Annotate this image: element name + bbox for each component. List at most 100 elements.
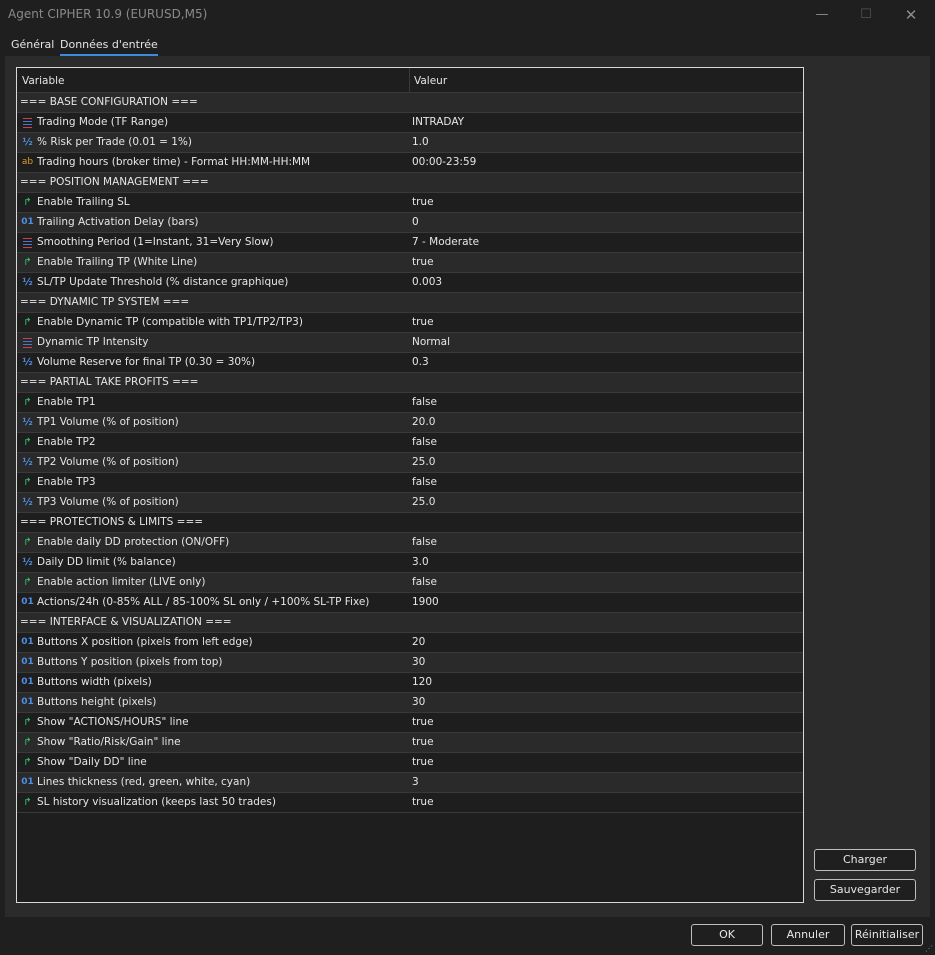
parameter-value[interactable]: INTRADAY (412, 116, 464, 128)
parameter-row[interactable]: 01 Buttons Y position (pixels from top) 30 (17, 653, 803, 673)
save-button[interactable]: Sauvegarder (814, 879, 916, 901)
parameter-value[interactable]: false (412, 436, 437, 448)
parameter-value[interactable]: 00:00-23:59 (412, 156, 476, 168)
resize-grip-icon[interactable]: ⋰ (925, 945, 933, 953)
parameter-row[interactable]: ↱ Show "Ratio/Risk/Gain" line true (17, 733, 803, 753)
parameter-value[interactable]: true (412, 316, 434, 328)
half-fraction-icon: ½ (22, 137, 33, 148)
section-header-row[interactable]: === BASE CONFIGURATION === (17, 93, 803, 113)
parameter-name: Enable TP1 (37, 396, 96, 408)
parameter-row[interactable]: ↱ Enable Trailing SL true (17, 193, 803, 213)
parameter-value[interactable]: 25.0 (412, 456, 435, 468)
parameter-value[interactable]: 3.0 (412, 556, 429, 568)
parameter-row[interactable]: ↱ SL history visualization (keeps last 50… (17, 793, 803, 813)
parameter-value[interactable]: 20 (412, 636, 425, 648)
parameter-value[interactable]: true (412, 196, 434, 208)
parameter-value[interactable]: 7 - Moderate (412, 236, 479, 248)
parameter-name: Lines thickness (red, green, white, cyan… (37, 776, 251, 788)
parameter-value[interactable]: 3 (412, 776, 419, 788)
tab-input-data[interactable]: Données d'entrée (60, 38, 158, 56)
list-enum-icon (21, 116, 34, 129)
parameter-value[interactable]: 1900 (412, 596, 439, 608)
parameter-value[interactable]: 30 (412, 696, 425, 708)
inputs-panel: Variable Valeur === BASE CONFIGURATION =… (5, 56, 930, 917)
parameter-value[interactable]: 25.0 (412, 496, 435, 508)
parameter-value[interactable]: false (412, 396, 437, 408)
parameter-row[interactable]: ↱ Enable TP1 false (17, 393, 803, 413)
parameter-row[interactable]: ↱ Show "ACTIONS/HOURS" line true (17, 713, 803, 733)
parameter-row[interactable]: ½ Volume Reserve for final TP (0.30 = 30%… (17, 353, 803, 373)
parameter-row[interactable]: ↱ Enable Dynamic TP (compatible with TP1/… (17, 313, 803, 333)
parameter-value[interactable]: false (412, 536, 437, 548)
ab-string-icon: ab (21, 157, 34, 167)
parameter-value[interactable]: true (412, 256, 434, 268)
parameter-row[interactable]: ½ TP1 Volume (% of position) 20.0 (17, 413, 803, 433)
half-fraction-icon: ½ (22, 457, 33, 468)
parameter-row[interactable]: ½ Daily DD limit (% balance) 3.0 (17, 553, 803, 573)
parameter-row[interactable]: ↱ Enable action limiter (LIVE only) false (17, 573, 803, 593)
parameter-row[interactable]: ½ SL/TP Update Threshold (% distance grap… (17, 273, 803, 293)
parameter-row[interactable]: ½ % Risk per Trade (0.01 = 1%) 1.0 (17, 133, 803, 153)
parameter-value[interactable]: true (412, 756, 434, 768)
parameter-value[interactable]: 0.3 (412, 356, 429, 368)
parameter-value[interactable]: 30 (412, 656, 425, 668)
parameter-row[interactable]: ab Trading hours (broker time) - Format H… (17, 153, 803, 173)
parameter-row[interactable]: ½ TP2 Volume (% of position) 25.0 (17, 453, 803, 473)
toggle-arrow-icon: ↱ (23, 397, 32, 408)
parameter-value[interactable]: 0 (412, 216, 419, 228)
parameter-row[interactable]: ↱ Enable TP3 false (17, 473, 803, 493)
parameter-value[interactable]: 20.0 (412, 416, 435, 428)
toggle-arrow-icon: ↱ (23, 317, 32, 328)
parameter-value[interactable]: 120 (412, 676, 432, 688)
parameters-grid[interactable]: Variable Valeur === BASE CONFIGURATION =… (16, 67, 804, 903)
parameter-row[interactable]: Trading Mode (TF Range) INTRADAY (17, 113, 803, 133)
parameter-value[interactable]: false (412, 576, 437, 588)
column-header-variable[interactable]: Variable (22, 75, 65, 87)
parameter-name: Buttons Y position (pixels from top) (37, 656, 223, 668)
toggle-arrow-icon: ↱ (23, 737, 32, 748)
parameter-row[interactable]: Smoothing Period (1=Instant, 31=Very Slo… (17, 233, 803, 253)
parameter-value[interactable]: true (412, 796, 434, 808)
parameter-row[interactable]: Dynamic TP Intensity Normal (17, 333, 803, 353)
reset-button[interactable]: Réinitialiser (851, 924, 923, 946)
parameter-row[interactable]: 01 Buttons X position (pixels from left e… (17, 633, 803, 653)
parameter-row[interactable]: 01 Trailing Activation Delay (bars) 0 (17, 213, 803, 233)
parameter-row[interactable]: ↱ Show "Daily DD" line true (17, 753, 803, 773)
section-header-row[interactable]: === PARTIAL TAKE PROFITS === (17, 373, 803, 393)
parameter-name: Enable action limiter (LIVE only) (37, 576, 206, 588)
tab-general[interactable]: Général (11, 38, 54, 54)
parameter-value[interactable]: 0.003 (412, 276, 442, 288)
parameter-row[interactable]: 01 Buttons height (pixels) 30 (17, 693, 803, 713)
toggle-arrow-icon: ↱ (23, 197, 32, 208)
parameter-value[interactable]: 1.0 (412, 136, 429, 148)
parameter-row[interactable]: 01 Actions/24h (0-85% ALL / 85-100% SL on… (17, 593, 803, 613)
parameter-row[interactable]: 01 Lines thickness (red, green, white, cy… (17, 773, 803, 793)
section-header-row[interactable]: === INTERFACE & VISUALIZATION === (17, 613, 803, 633)
parameter-name: Buttons X position (pixels from left edg… (37, 636, 253, 648)
parameter-row[interactable]: ↱ Enable TP2 false (17, 433, 803, 453)
parameter-row[interactable]: ↱ Enable Trailing TP (White Line) true (17, 253, 803, 273)
parameter-name: Buttons height (pixels) (37, 696, 157, 708)
load-button[interactable]: Charger (814, 849, 916, 871)
parameter-name: Actions/24h (0-85% ALL / 85-100% SL only… (37, 596, 370, 608)
parameter-name: Show "Ratio/Risk/Gain" line (37, 736, 181, 748)
section-header-row[interactable]: === DYNAMIC TP SYSTEM === (17, 293, 803, 313)
toggle-arrow-icon: ↱ (23, 717, 32, 728)
parameter-row[interactable]: ½ TP3 Volume (% of position) 25.0 (17, 493, 803, 513)
01-integer-icon: 01 (21, 217, 34, 227)
minimize-icon[interactable]: — (810, 5, 834, 25)
section-header-row[interactable]: === POSITION MANAGEMENT === (17, 173, 803, 193)
section-header-row[interactable]: === PROTECTIONS & LIMITS === (17, 513, 803, 533)
ok-button[interactable]: OK (691, 924, 763, 946)
parameter-row[interactable]: ↱ Enable daily DD protection (ON/OFF) fals… (17, 533, 803, 553)
parameter-name: Enable Trailing SL (37, 196, 130, 208)
parameter-value[interactable]: false (412, 476, 437, 488)
parameter-row[interactable]: 01 Buttons width (pixels) 120 (17, 673, 803, 693)
parameter-value[interactable]: Normal (412, 336, 450, 348)
parameter-value[interactable]: true (412, 736, 434, 748)
column-header-value[interactable]: Valeur (414, 75, 447, 87)
parameter-value[interactable]: true (412, 716, 434, 728)
half-fraction-icon: ½ (22, 557, 33, 568)
close-icon[interactable]: ✕ (899, 5, 923, 25)
cancel-button[interactable]: Annuler (771, 924, 845, 946)
